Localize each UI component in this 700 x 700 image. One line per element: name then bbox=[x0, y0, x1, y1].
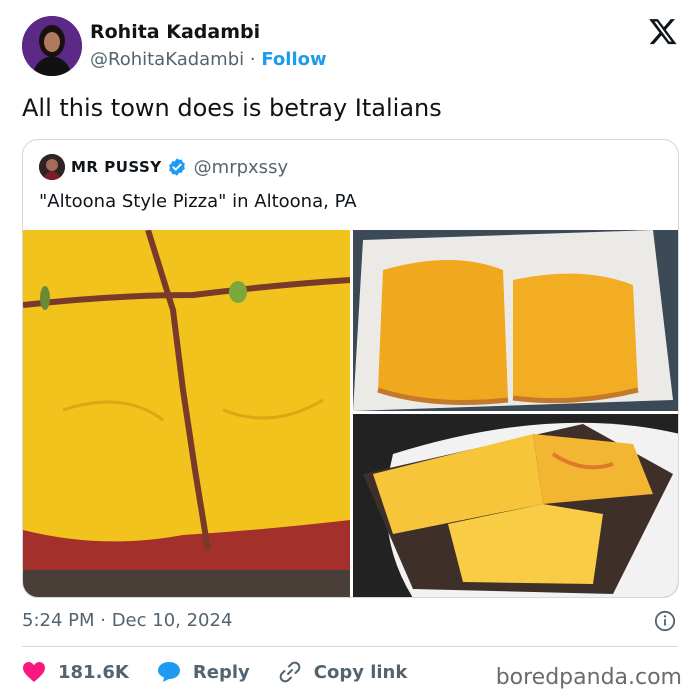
tweet-header: Rohita Kadambi @RohitaKadambi · Follow bbox=[22, 16, 327, 76]
reply-label: Reply bbox=[192, 661, 250, 683]
tweet-timestamp[interactable]: 5:24 PM · Dec 10, 2024 bbox=[22, 609, 232, 633]
quoted-tweet[interactable]: MR PUSSY @mrpxssy "Altoona Style Pizza" … bbox=[22, 139, 679, 598]
copy-link-label: Copy link bbox=[313, 661, 408, 683]
x-logo-icon[interactable] bbox=[648, 16, 678, 46]
reply-icon bbox=[157, 661, 181, 683]
author-handle[interactable]: @RohitaKadambi bbox=[90, 49, 244, 70]
pizza-on-plate-photo[interactable] bbox=[353, 414, 678, 597]
like-button[interactable]: 181.6K bbox=[22, 661, 129, 683]
copy-link-button[interactable]: Copy link bbox=[278, 660, 408, 684]
like-count: 181.6K bbox=[58, 661, 129, 683]
quoted-author-name[interactable]: MR PUSSY bbox=[71, 158, 162, 176]
quoted-author-handle[interactable]: @mrpxssy bbox=[194, 157, 288, 178]
heart-icon bbox=[22, 661, 46, 683]
reply-button[interactable]: Reply bbox=[157, 661, 250, 683]
author-avatar[interactable] bbox=[22, 16, 82, 76]
pizza-closeup-photo[interactable] bbox=[23, 230, 350, 597]
follow-button[interactable]: Follow bbox=[261, 49, 326, 70]
verified-badge-icon bbox=[167, 157, 187, 177]
quoted-text: "Altoona Style Pizza" in Altoona, PA bbox=[39, 191, 357, 212]
handle-separator: · bbox=[249, 48, 256, 70]
quoted-avatar[interactable] bbox=[39, 154, 65, 180]
action-bar: 181.6K Reply Copy link bbox=[22, 657, 435, 687]
link-icon bbox=[278, 660, 302, 684]
tweet-text: All this town does is betray Italians bbox=[22, 94, 442, 122]
divider bbox=[22, 646, 678, 647]
author-name[interactable]: Rohita Kadambi bbox=[90, 20, 327, 45]
info-icon[interactable] bbox=[654, 610, 676, 632]
photo-grid bbox=[23, 230, 678, 597]
pizza-in-paper-photo[interactable] bbox=[353, 230, 678, 411]
watermark: boredpanda.com bbox=[495, 665, 682, 690]
